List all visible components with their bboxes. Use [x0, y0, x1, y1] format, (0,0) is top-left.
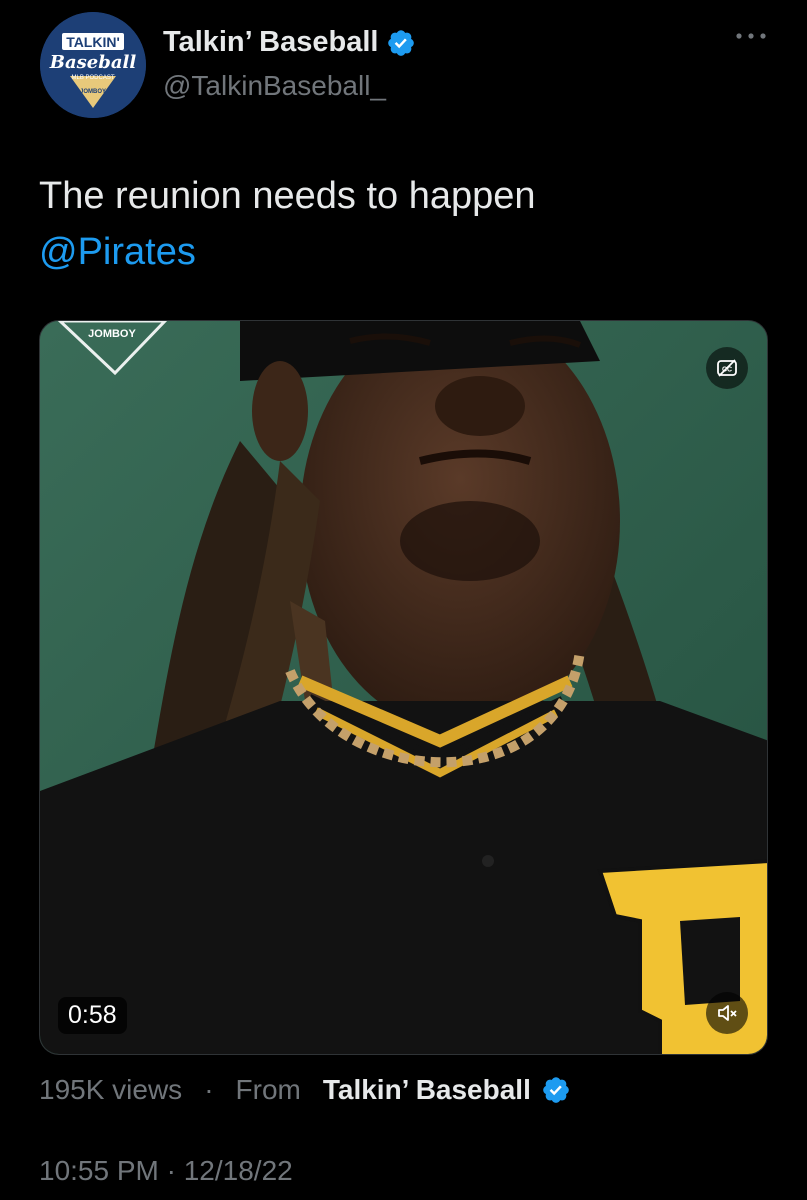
video-views-row: 195K views · From Talkin’ Baseball [39, 1074, 571, 1106]
author-avatar[interactable]: TALKIN' Baseball MLB PODCAST JOMBOY [40, 12, 146, 118]
more-options-icon[interactable] [733, 30, 769, 42]
video-player[interactable]: JOMBOY CC 0:58 [39, 320, 768, 1055]
speaker-muted-icon [718, 1005, 737, 1021]
author-display-name[interactable]: Talkin’ Baseball [163, 26, 378, 59]
mention-link-pirates[interactable]: @Pirates [39, 224, 769, 280]
tweet-text-line: The reunion needs to happen [39, 175, 536, 217]
from-label: From [235, 1074, 301, 1105]
tweet-text: The reunion needs to happen @Pirates [39, 168, 769, 280]
separator-dot: · [204, 1074, 214, 1105]
video-source-link[interactable]: Talkin’ Baseball [323, 1074, 531, 1106]
logo-text-jomboy: JOMBOY [80, 89, 106, 95]
logo-text-podcast: MLB PODCAST [71, 75, 114, 81]
captions-off-icon: CC [717, 359, 737, 377]
author-name-row[interactable]: Talkin’ Baseball [163, 26, 416, 59]
verified-badge-icon [388, 29, 415, 56]
verified-badge-icon [543, 1077, 569, 1103]
jomboy-watermark: JOMBOY [88, 328, 136, 340]
logo-text-talkin: TALKIN' [66, 34, 120, 50]
logo-text-baseball: Baseball [49, 52, 137, 73]
view-count: 195K views [39, 1074, 183, 1105]
tweet-timestamp[interactable]: 10:55 PM · 12/18/22 [39, 1155, 293, 1187]
video-frame-image: JOMBOY [40, 321, 767, 1054]
captions-button[interactable]: CC [706, 347, 748, 389]
talkin-baseball-logo: TALKIN' Baseball MLB PODCAST JOMBOY [40, 12, 146, 118]
unmute-button[interactable] [706, 992, 748, 1034]
author-handle[interactable]: @TalkinBaseball_ [163, 70, 386, 102]
video-duration-badge: 0:58 [58, 997, 127, 1034]
